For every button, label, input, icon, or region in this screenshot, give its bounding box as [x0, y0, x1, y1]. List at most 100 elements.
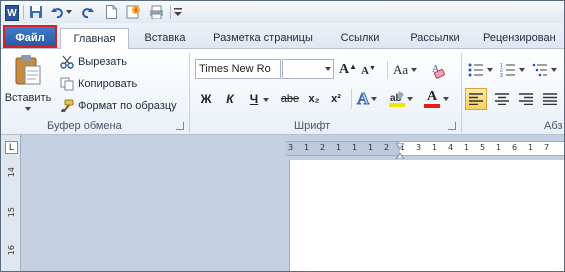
document-area: L 14 15 16 31211121314151617 — [1, 135, 564, 271]
superscript-button[interactable]: x² — [327, 90, 345, 108]
word-window: W Файл Главная Вставка Разметка страницы… — [0, 0, 565, 272]
font-size-input[interactable] — [282, 59, 334, 79]
horizontal-ruler-number: 2 — [384, 143, 390, 152]
chevron-down-icon — [551, 68, 557, 72]
align-center-icon — [495, 93, 509, 105]
font-color-bar — [424, 104, 440, 108]
format-painter-icon — [59, 99, 75, 113]
numbering-button[interactable]: 123 — [500, 61, 525, 79]
align-center-button[interactable] — [491, 88, 513, 110]
clipboard-dialog-launcher-icon[interactable] — [176, 122, 184, 130]
grow-font-label: A — [339, 62, 350, 77]
horizontal-ruler-number: 6 — [512, 143, 518, 152]
chevron-down-icon — [519, 68, 525, 72]
horizontal-ruler-number: 1 — [496, 143, 502, 152]
font-color-letter: A — [426, 89, 438, 104]
cut-button[interactable]: Вырезать — [59, 54, 127, 70]
align-justify-icon — [543, 93, 557, 105]
paragraph-group-label: Абз — [544, 120, 563, 132]
group-separator — [461, 53, 462, 133]
copy-button[interactable]: Копировать — [59, 76, 137, 92]
chevron-down-icon — [407, 97, 413, 101]
justify-button[interactable] — [539, 88, 561, 110]
shrink-font-button[interactable]: A ▼ — [361, 63, 376, 79]
undo-icon[interactable] — [50, 4, 64, 20]
multilevel-list-button[interactable] — [532, 61, 557, 79]
change-case-label: Aa — [393, 62, 409, 77]
chevron-down-icon — [25, 107, 31, 111]
change-case-button[interactable]: Aa — [393, 61, 418, 79]
horizontal-ruler[interactable]: 31211121314151617 — [286, 140, 564, 160]
vertical-ruler[interactable]: L 14 15 16 — [1, 135, 21, 271]
print-preview-icon[interactable] — [147, 4, 165, 20]
vertical-ruler-number: 14 — [7, 167, 16, 178]
tab-insert[interactable]: Вставка — [137, 28, 193, 49]
tab-review[interactable]: Рецензирован — [483, 28, 564, 49]
font-size-dropdown-icon[interactable] — [325, 67, 331, 71]
grow-font-button[interactable]: A ▲ — [339, 61, 357, 79]
bold-button[interactable]: Ж — [197, 90, 215, 108]
copy-label: Копировать — [78, 78, 138, 90]
align-left-icon — [469, 93, 483, 105]
highlighter-icon: ab — [389, 90, 405, 108]
horizontal-ruler-number: 1 — [336, 143, 342, 152]
ribbon: Вставить Вырезать Копировать Формат по о… — [1, 49, 564, 135]
clipboard-icon — [14, 54, 42, 86]
numbered-list-icon: 123 — [500, 63, 516, 77]
horizontal-ruler-number: 3 — [288, 143, 294, 152]
paste-button[interactable]: Вставить — [5, 52, 51, 118]
align-right-icon — [519, 93, 533, 105]
horizontal-ruler-number: 4 — [448, 143, 454, 152]
ribbon-tabs: Файл Главная Вставка Разметка страницы С… — [1, 23, 564, 50]
format-painter-button[interactable]: Формат по образцу — [59, 98, 177, 114]
horizontal-ruler-number: 1 — [352, 143, 358, 152]
italic-button[interactable]: К — [221, 90, 239, 108]
clear-formatting-button[interactable]: A — [429, 60, 449, 80]
hanging-indent-marker[interactable] — [395, 150, 405, 160]
first-line-indent-marker[interactable] — [395, 140, 405, 150]
font-color-button[interactable]: A — [424, 88, 449, 110]
format-painter-label: Формат по образцу — [78, 100, 177, 112]
paste-label: Вставить — [4, 92, 52, 104]
save-icon[interactable] — [28, 4, 44, 20]
shrink-font-label: A — [361, 65, 369, 77]
quick-print-icon[interactable] — [125, 4, 141, 20]
customize-qat-icon[interactable] — [173, 4, 183, 20]
chevron-down-icon — [371, 97, 378, 101]
tab-file[interactable]: Файл — [3, 25, 57, 48]
underline-button[interactable]: Ч — [246, 90, 262, 108]
align-right-button[interactable] — [515, 88, 537, 110]
font-group-label: Шрифт — [294, 120, 331, 132]
new-document-icon[interactable] — [104, 4, 118, 20]
group-separator — [387, 61, 388, 79]
vertical-ruler-number: 16 — [7, 245, 16, 256]
subscript-button[interactable]: x₂ — [305, 90, 323, 108]
bullets-button[interactable] — [468, 61, 493, 79]
document-page[interactable] — [289, 160, 564, 271]
tab-mailings[interactable]: Рассылки — [403, 28, 467, 49]
scissors-icon — [59, 55, 75, 69]
tab-references[interactable]: Ссылки — [335, 28, 385, 49]
horizontal-ruler-number: 2 — [320, 143, 326, 152]
tab-home[interactable]: Главная — [60, 28, 129, 50]
horizontal-ruler-number: 3 — [416, 143, 422, 152]
vertical-ruler-number: 15 — [7, 207, 16, 218]
word-app-icon[interactable]: W — [5, 5, 19, 21]
font-name-input[interactable]: Times New Ro — [195, 59, 281, 79]
font-color-icon: A — [424, 90, 440, 108]
highlight-color-button[interactable]: ab — [389, 88, 413, 110]
underline-dropdown-icon[interactable] — [263, 97, 269, 103]
strikethrough-button[interactable]: abe — [279, 90, 301, 108]
tab-page-layout[interactable]: Разметка страницы — [207, 28, 319, 49]
horizontal-ruler-number: 5 — [480, 143, 486, 152]
text-effects-button[interactable]: A — [356, 88, 378, 110]
chevron-down-icon — [487, 68, 493, 72]
undo-dropdown-icon[interactable] — [65, 4, 73, 20]
text-effects-label: A — [356, 89, 370, 109]
align-left-button[interactable] — [465, 88, 487, 110]
tab-selector-button[interactable]: L — [5, 141, 18, 154]
horizontal-ruler-number: 1 — [368, 143, 374, 152]
copy-icon — [59, 77, 75, 91]
font-dialog-launcher-icon[interactable] — [448, 122, 456, 130]
redo-icon[interactable] — [80, 4, 94, 20]
